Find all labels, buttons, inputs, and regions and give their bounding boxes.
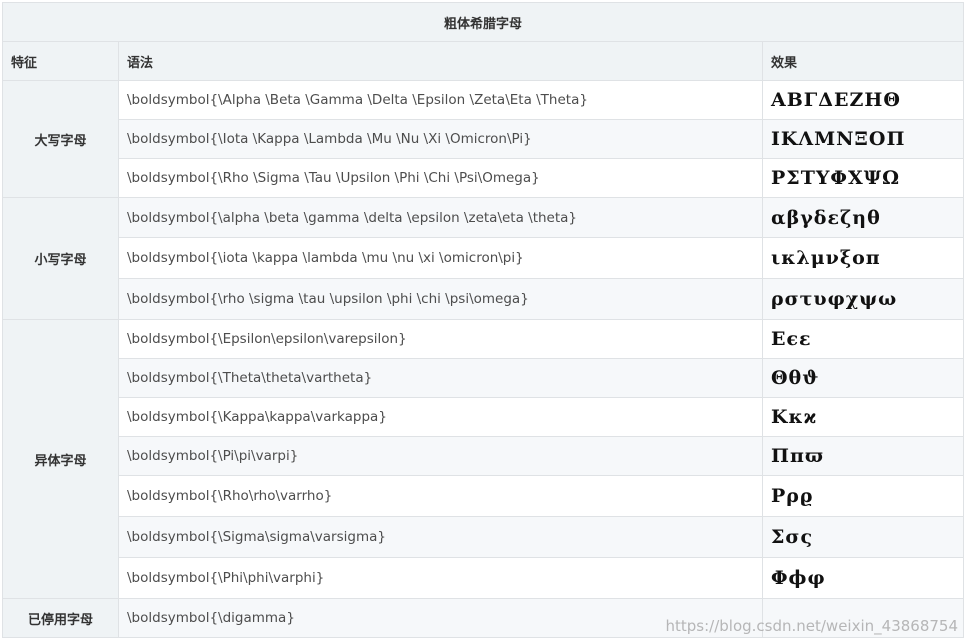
effect-cell: Φϕφ [762, 557, 964, 599]
feature-cell: 异体字母 [2, 319, 119, 599]
feature-cell: 大写字母 [2, 80, 119, 198]
table-row: \boldsymbol{\Rho\rho\varrho} Ρρϱ [3, 475, 964, 517]
table-row: 小写字母 \boldsymbol{\alpha \beta \gamma \del… [2, 197, 964, 320]
effect-cell: ρστυφχψω [762, 278, 964, 320]
effect-cell: Εϵε [762, 319, 964, 359]
table-header-row: 特征 语法 效果 [2, 41, 964, 81]
effect-cell: Σσς [762, 516, 964, 558]
header-syntax: 语法 [118, 41, 763, 81]
syntax-cell: \boldsymbol{\Rho\rho\varrho} [118, 475, 763, 517]
watermark: https://blog.csdn.net/weixin_43868754 [665, 617, 958, 635]
table-row: \boldsymbol{\iota \kappa \lambda \mu \nu… [3, 237, 964, 279]
effect-cell: ΡΣΤΥΦΧΨΩ [762, 158, 964, 198]
effect-cell: ικλμνξοπ [762, 237, 964, 279]
table-row: \boldsymbol{\Theta\theta\vartheta} Θθϑ [3, 358, 964, 398]
effect-cell: ΑΒΓΔΕΖΗΘ [762, 80, 964, 120]
feature-cell: 已停用字母 [2, 598, 119, 638]
header-effect: 效果 [762, 41, 964, 81]
table-row: 大写字母 \boldsymbol{\Alpha \Beta \Gamma \Del… [2, 80, 964, 198]
effect-cell: Ρρϱ [762, 475, 964, 517]
table-row: \boldsymbol{\Phi\phi\varphi} Φϕφ [3, 557, 964, 599]
table-caption-row: 粗体希腊字母 [2, 2, 964, 42]
table-row: \boldsymbol{\rho \sigma \tau \upsilon \p… [3, 278, 964, 320]
syntax-cell: \boldsymbol{\Kappa\kappa\varkappa} [118, 397, 763, 437]
syntax-cell: \boldsymbol{\Rho \Sigma \Tau \Upsilon \P… [118, 158, 763, 198]
syntax-cell: \boldsymbol{\iota \kappa \lambda \mu \nu… [118, 237, 763, 279]
table-row: \boldsymbol{\Kappa\kappa\varkappa} Κκϰ [3, 397, 964, 437]
syntax-cell: \boldsymbol{\rho \sigma \tau \upsilon \p… [118, 278, 763, 320]
syntax-cell: \boldsymbol{\Sigma\sigma\varsigma} [118, 516, 763, 558]
header-feature: 特征 [2, 41, 119, 81]
effect-cell: ΙΚΛΜΝΞΟΠ [762, 119, 964, 159]
table-row: \boldsymbol{\Sigma\sigma\varsigma} Σσς [3, 516, 964, 558]
syntax-cell: \boldsymbol{\Alpha \Beta \Gamma \Delta \… [118, 80, 763, 120]
syntax-cell: \boldsymbol{\Iota \Kappa \Lambda \Mu \Nu… [118, 119, 763, 159]
effect-cell: αβγδεζηθ [762, 197, 964, 238]
table-row: 异体字母 \boldsymbol{\Epsilon\epsilon\varepsi… [2, 319, 964, 599]
feature-cell: 小写字母 [2, 197, 119, 320]
table-caption: 粗体希腊字母 [2, 2, 964, 42]
syntax-cell: \boldsymbol{\Pi\pi\varpi} [118, 436, 763, 476]
syntax-cell: \boldsymbol{\alpha \beta \gamma \delta \… [118, 197, 763, 238]
table-row: \boldsymbol{\Iota \Kappa \Lambda \Mu \Nu… [3, 119, 964, 159]
syntax-cell: \boldsymbol{\Epsilon\epsilon\varepsilon} [118, 319, 763, 359]
table-row: \boldsymbol{\Pi\pi\varpi} Ππϖ [3, 436, 964, 476]
table-row: \boldsymbol{\Rho \Sigma \Tau \Upsilon \P… [3, 158, 964, 198]
table-body: 大写字母 \boldsymbol{\Alpha \Beta \Gamma \Del… [2, 80, 964, 638]
effect-cell: Θθϑ [762, 358, 964, 398]
syntax-cell: \boldsymbol{\Phi\phi\varphi} [118, 557, 763, 599]
greek-bold-symbols-table: 粗体希腊字母 特征 语法 效果 大写字母 \boldsymbol{\Alpha \… [2, 2, 964, 638]
effect-cell: Κκϰ [762, 397, 964, 437]
effect-cell: Ππϖ [762, 436, 964, 476]
syntax-cell: \boldsymbol{\Theta\theta\vartheta} [118, 358, 763, 398]
